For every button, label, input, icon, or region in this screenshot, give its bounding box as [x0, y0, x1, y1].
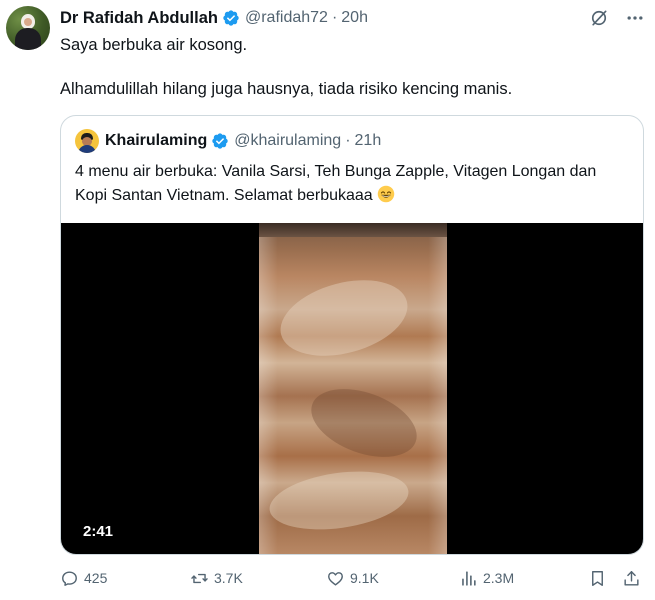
repost-button[interactable]: 3.7K [190, 566, 243, 590]
quoted-time[interactable]: 21h [355, 132, 382, 150]
verified-icon [223, 10, 239, 26]
quoted-separator-dot: · [345, 132, 351, 149]
author-display-name[interactable]: Dr Rafidah Abdullah [60, 9, 218, 28]
views-count: 2.3M [483, 570, 515, 586]
views-button[interactable]: 2.3M [459, 566, 514, 590]
tweet-header: Dr Rafidah Abdullah @rafidah72 · 20h [60, 7, 645, 29]
action-bar: 425 3.7K 9.1K 2.3M [60, 566, 645, 590]
tweet: Dr Rafidah Abdullah @rafidah72 · 20h Say… [0, 0, 655, 600]
more-icon[interactable] [625, 8, 645, 28]
video-duration: 2:41 [83, 523, 114, 540]
repost-icon [191, 573, 208, 583]
quoted-avatar[interactable] [75, 129, 99, 153]
share-button[interactable] [622, 566, 646, 590]
tweet-text: Saya berbuka air kosong. Alhamdulillah h… [60, 34, 645, 100]
reply-button[interactable]: 425 [60, 566, 107, 590]
like-count: 9.1K [350, 570, 379, 586]
quoted-text-body: 4 menu air berbuka: Vanila Sarsi, Teh Bu… [75, 163, 597, 204]
share-icon [624, 570, 639, 586]
quoted-tweet-card[interactable]: Khairulaming @khairulaming · 21h 4 menu … [60, 115, 644, 555]
quoted-tweet-header: Khairulaming @khairulaming · 21h [75, 128, 629, 154]
reply-count: 425 [84, 570, 108, 586]
grinning-face-emoji-icon [377, 185, 395, 203]
views-icon [462, 570, 476, 586]
quoted-tweet-text: 4 menu air berbuka: Vanila Sarsi, Teh Bu… [75, 160, 631, 208]
quoted-verified-icon [212, 133, 228, 149]
bookmark-icon [592, 570, 603, 586]
repost-count: 3.7K [214, 570, 243, 586]
reply-icon [62, 570, 77, 586]
like-icon [328, 571, 343, 586]
grok-icon[interactable] [589, 8, 609, 28]
separator-dot: · [331, 9, 338, 26]
tweet-text-line-2: Alhamdulillah hilang juga hausnya, tiada… [60, 80, 513, 98]
tweet-text-line-1: Saya berbuka air kosong. [60, 36, 248, 54]
video-frame-iced-coffee [259, 223, 447, 554]
quoted-display-name[interactable]: Khairulaming [105, 132, 207, 150]
author-handle[interactable]: @rafidah72 [245, 9, 328, 27]
avatar[interactable] [6, 6, 50, 50]
like-button[interactable]: 9.1K [326, 566, 379, 590]
tweet-time[interactable]: 20h [341, 9, 368, 27]
bookmark-button[interactable] [588, 566, 612, 590]
video-player[interactable]: 2:41 [61, 223, 643, 554]
quoted-handle[interactable]: @khairulaming [234, 132, 341, 150]
